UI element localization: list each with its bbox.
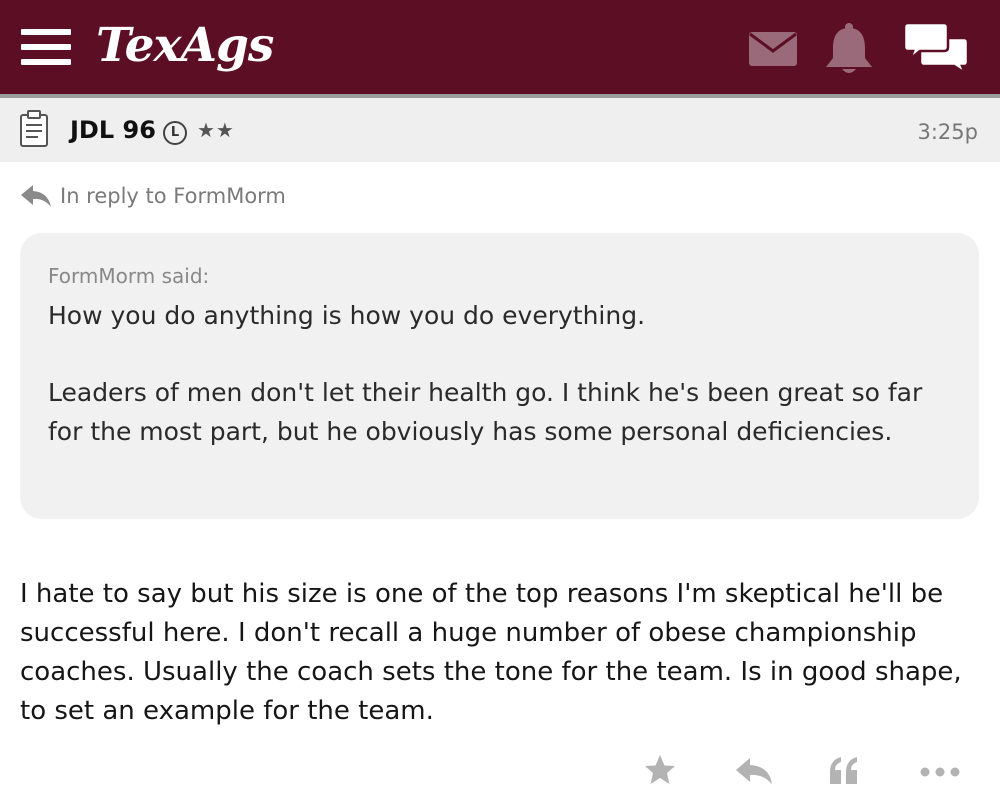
top-bar: TexAgs	[0, 0, 1000, 94]
post-username[interactable]: JDL 96	[70, 116, 156, 144]
in-reply-to-label: In reply to FormMorm	[60, 184, 286, 208]
mail-icon[interactable]	[748, 31, 798, 67]
bell-icon[interactable]	[823, 22, 875, 76]
quote-author: FormMorm said:	[48, 264, 210, 288]
post-doc-icon	[19, 110, 49, 152]
quote-box: FormMorm said: How you do anything is ho…	[20, 233, 979, 519]
chat-icon[interactable]	[902, 20, 970, 77]
star-icon[interactable]	[642, 748, 678, 792]
quote-icon[interactable]	[826, 748, 862, 792]
in-reply-to-link[interactable]: In reply to FormMorm	[20, 180, 286, 212]
user-stars: ★★	[197, 118, 235, 142]
reply-icon[interactable]	[734, 748, 774, 792]
menu-icon[interactable]	[21, 29, 71, 65]
quote-paragraph: How you do anything is how you do everyt…	[48, 301, 646, 330]
quote-paragraph: Leaders of men don't let their health go…	[48, 378, 923, 446]
more-icon[interactable]	[918, 748, 962, 792]
post-body: I hate to say but his size is one of the…	[20, 579, 962, 726]
site-logo[interactable]: TexAgs	[96, 18, 274, 73]
lifetime-badge: L	[163, 121, 187, 145]
reply-arrow-icon	[21, 185, 51, 207]
post-time: 3:25p	[917, 120, 979, 144]
post-header: JDL 96 L ★★ 3:25p	[0, 98, 1000, 162]
